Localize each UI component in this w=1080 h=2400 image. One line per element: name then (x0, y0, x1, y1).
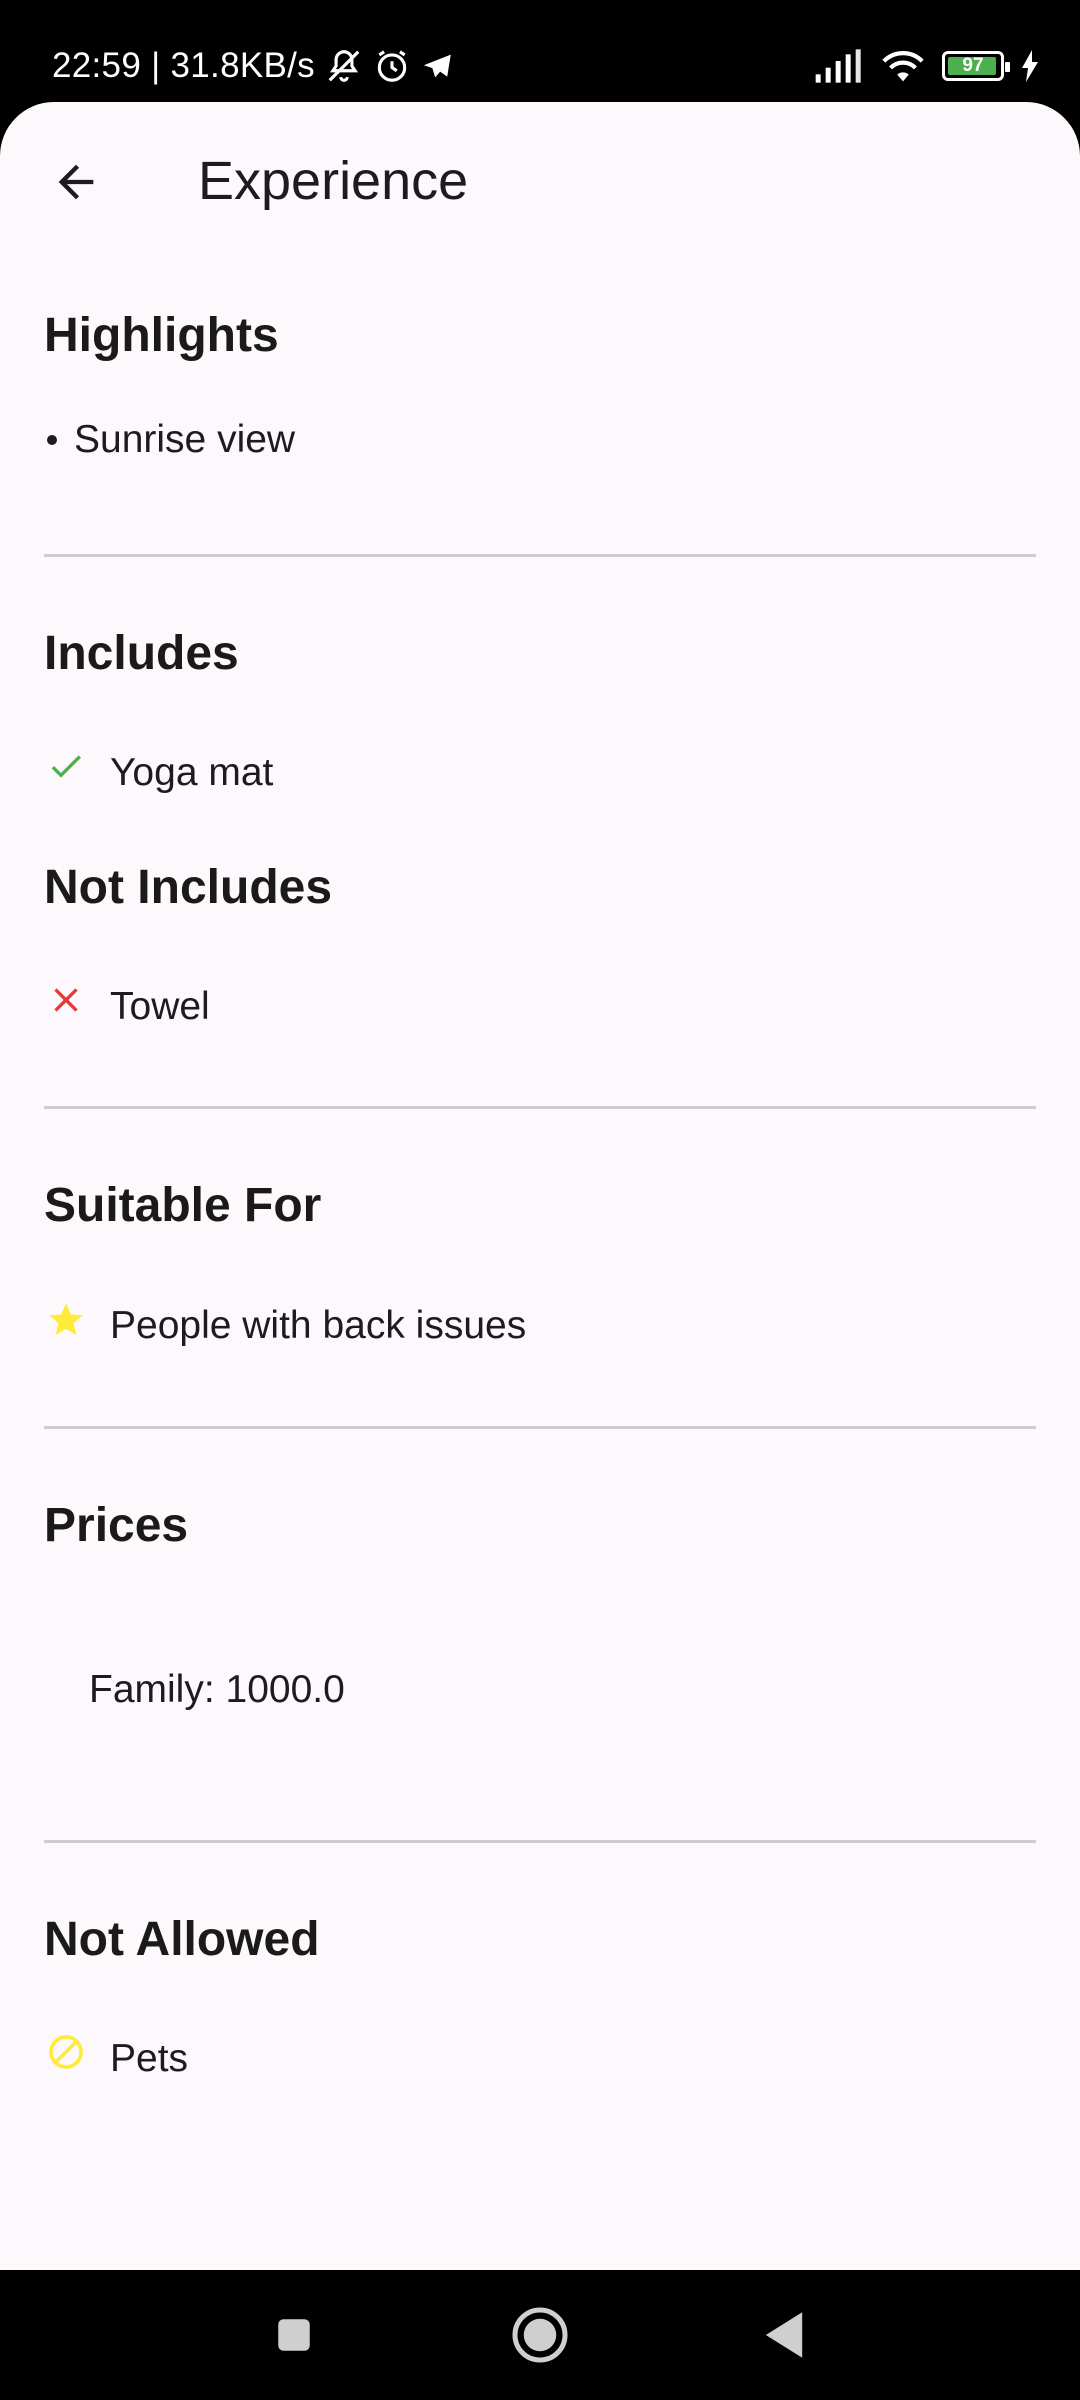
suitable-for-title: Suitable For (44, 1179, 322, 1232)
divider (44, 1426, 1036, 1429)
app-bar: Experience (0, 102, 1080, 258)
status-left: 22:59 | 31.8KB/s (52, 44, 455, 88)
highlight-item: Sunrise view (74, 418, 296, 461)
includes-title: Includes (44, 627, 239, 680)
divider (44, 554, 1036, 557)
signal-icon (814, 49, 864, 83)
bullet-icon (44, 432, 60, 448)
highlights-title: Highlights (44, 309, 279, 362)
back-triangle-icon (765, 2312, 803, 2358)
wifi-icon (880, 48, 926, 84)
includes-item: Yoga mat (110, 751, 274, 794)
prices-title: Prices (44, 1499, 189, 1552)
recent-apps-icon (278, 2319, 310, 2351)
status-right: 97 (814, 44, 1040, 88)
status-time-speed: 22:59 | 31.8KB/s (52, 46, 315, 85)
system-nav-bar (0, 2270, 1080, 2400)
alarm-icon (373, 47, 411, 85)
battery-icon: 97 (942, 51, 1010, 81)
check-icon (44, 744, 88, 788)
experience-sheet: Experience Highlights Sunrise view Inclu… (0, 102, 1080, 2270)
price-item: Family: 1000.0 (89, 1668, 345, 1711)
nav-back-button[interactable] (724, 2270, 844, 2400)
close-icon (44, 978, 88, 1022)
back-button[interactable] (32, 138, 120, 226)
block-icon (44, 2030, 88, 2074)
not-includes-title: Not Includes (44, 861, 333, 914)
telegram-icon (421, 49, 455, 83)
mute-vibrate-icon (325, 47, 363, 85)
divider (44, 1106, 1036, 1109)
not-allowed-item: Pets (110, 2037, 189, 2080)
divider (44, 1840, 1036, 1843)
battery-level: 97 (962, 55, 984, 76)
home-icon (512, 2307, 568, 2363)
arrow-left-icon (58, 164, 94, 200)
suitable-for-item: People with back issues (110, 1304, 527, 1347)
home-button[interactable] (480, 2270, 600, 2400)
recent-apps-button[interactable] (234, 2270, 354, 2400)
page-title: Experience (198, 151, 469, 211)
not-includes-item: Towel (110, 985, 210, 1028)
not-allowed-title: Not Allowed (44, 1913, 320, 1966)
star-icon (44, 1298, 88, 1342)
charging-icon (1020, 50, 1040, 82)
status-bar: 22:59 | 31.8KB/s 97 (0, 0, 1080, 104)
